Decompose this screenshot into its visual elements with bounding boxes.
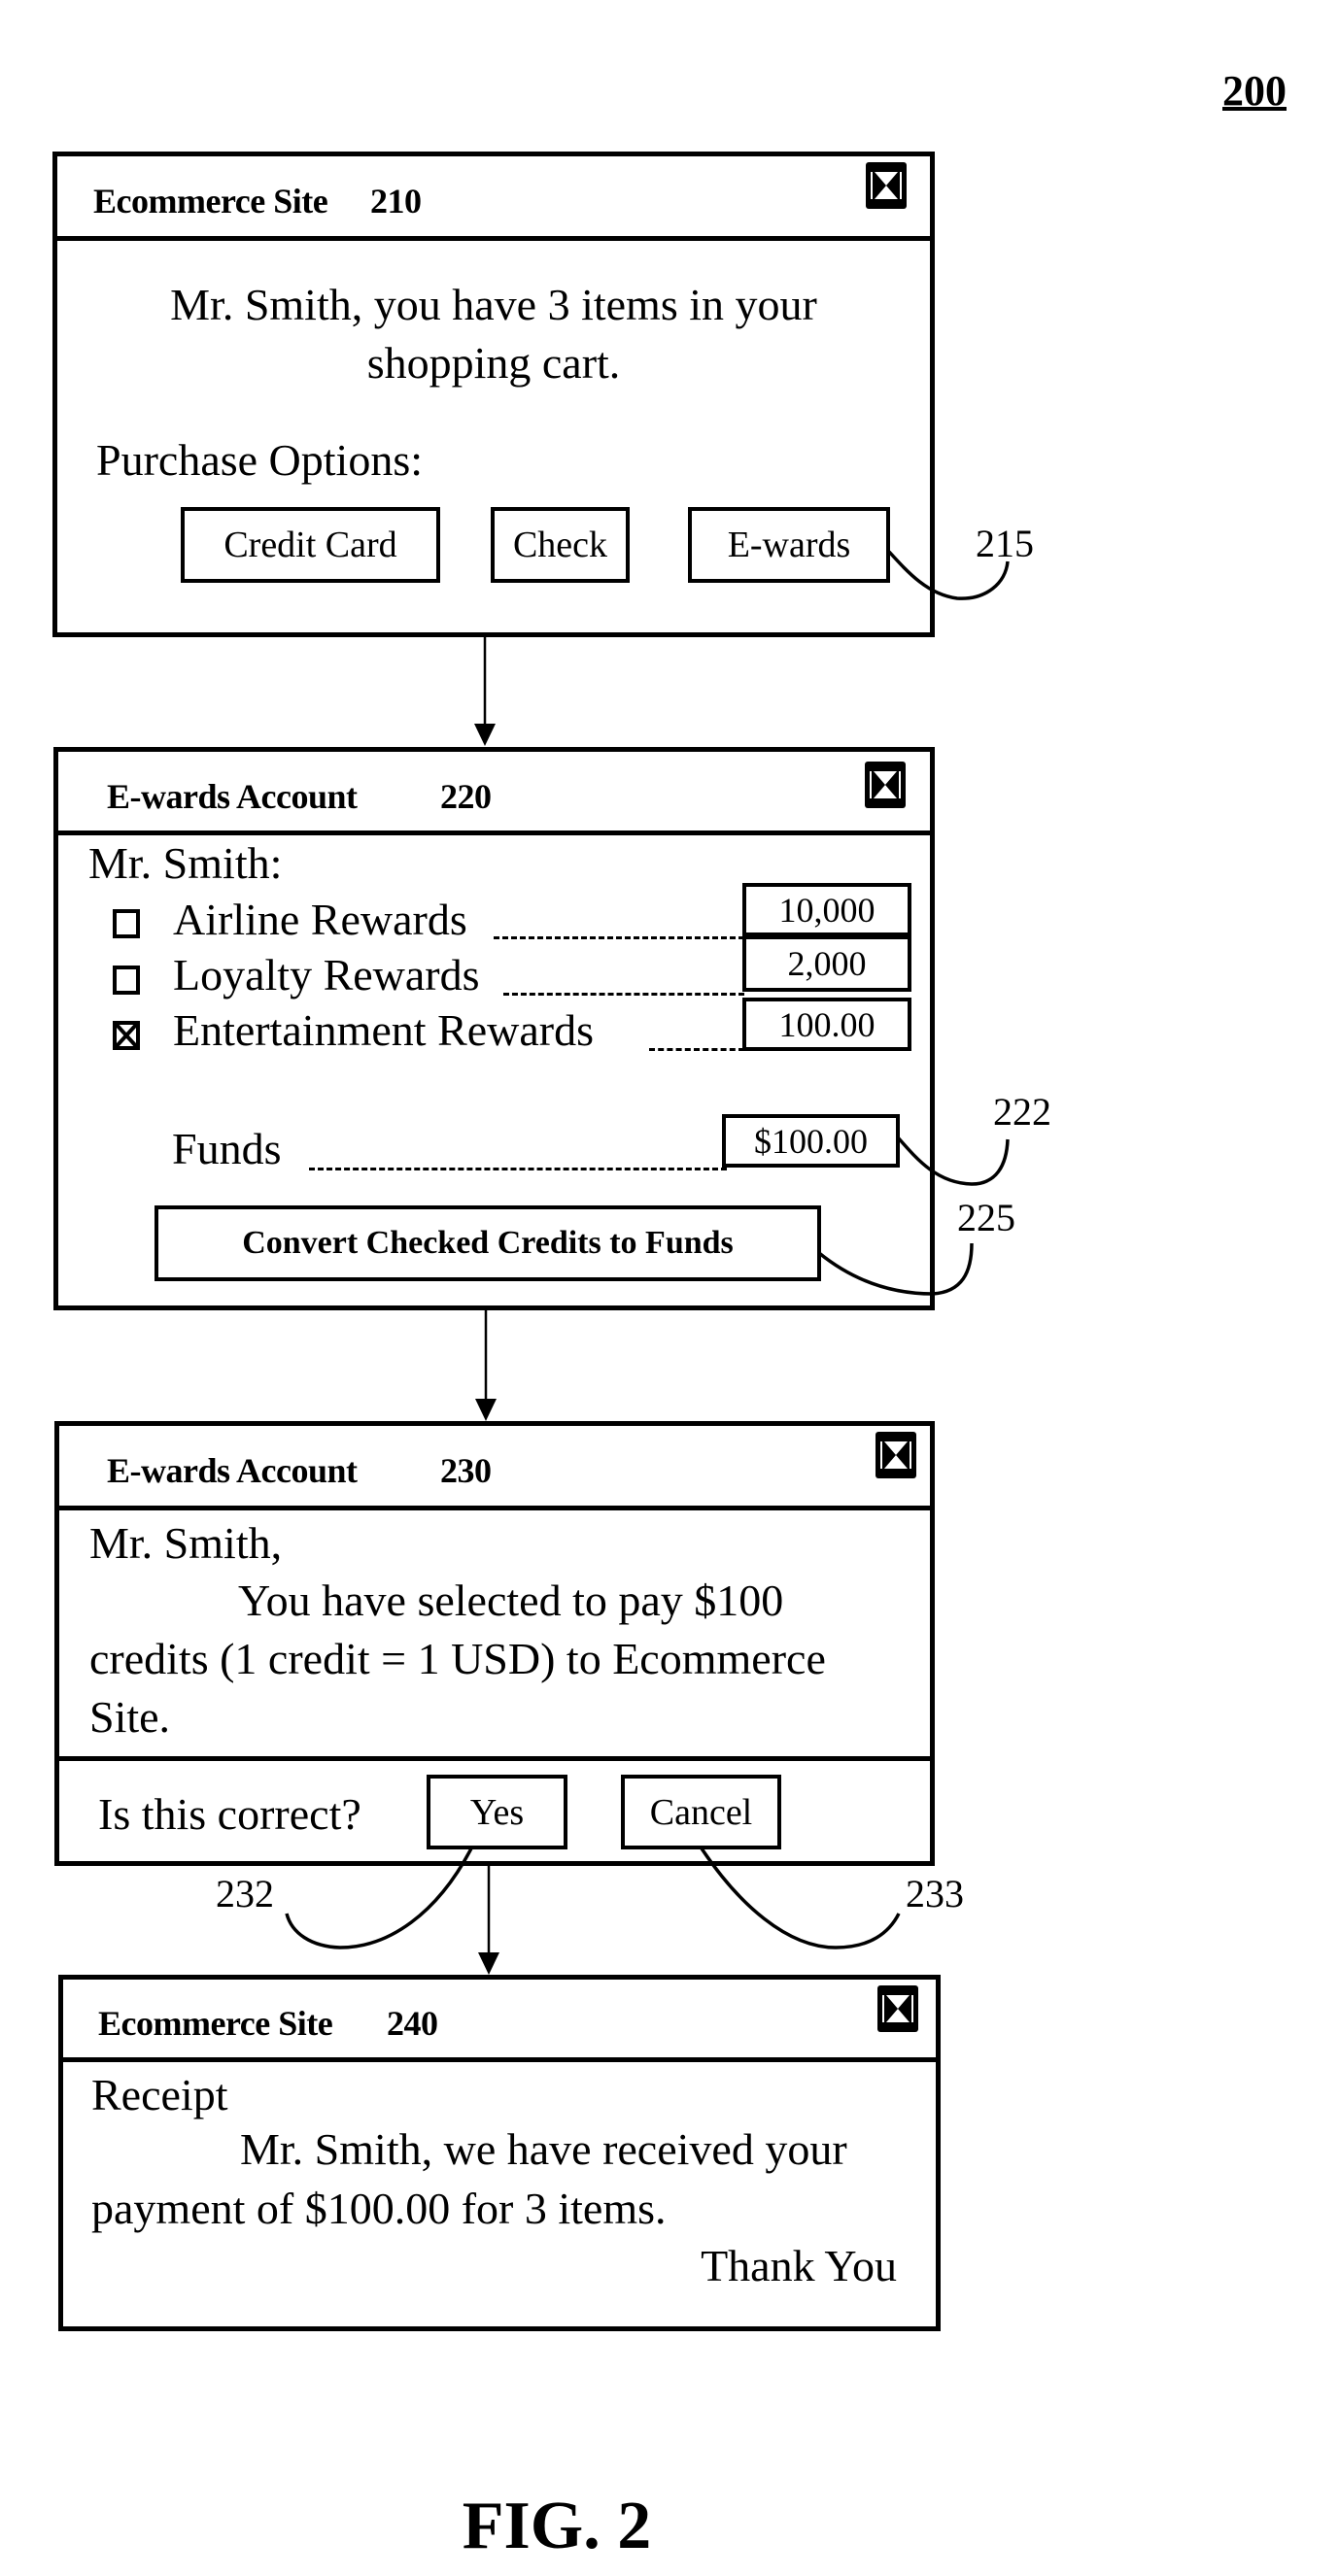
receipt-message-line2: payment of $100.00 for 3 items. xyxy=(91,2184,667,2233)
window-ref-number: 210 xyxy=(370,182,422,220)
window-ref-number: 240 xyxy=(387,2004,438,2043)
window-ref-number: 230 xyxy=(440,1451,492,1490)
window-title: Ecommerce Site xyxy=(93,182,328,220)
callout-label-233: 233 xyxy=(906,1872,964,1915)
check-button[interactable]: Check xyxy=(491,507,630,583)
flow-arrow-210-to-220 xyxy=(474,637,496,746)
figure-caption: FIG. 2 xyxy=(462,2489,652,2563)
leader-dots xyxy=(494,936,744,939)
ecommerce-site-window-240: Ecommerce Site 240 Receipt Mr. Smith, we… xyxy=(58,1975,941,2331)
entertainment-rewards-checkbox[interactable] xyxy=(113,1021,140,1050)
ewards-account-window-230: E-wards Account 230 Mr. Smith, You have … xyxy=(54,1421,935,1866)
yes-button[interactable]: Yes xyxy=(427,1775,567,1849)
leader-dots xyxy=(309,1168,727,1170)
entertainment-rewards-label: Entertainment Rewards xyxy=(173,1005,595,1055)
funds-label: Funds xyxy=(172,1124,282,1173)
close-icon[interactable] xyxy=(865,762,906,808)
account-greeting: Mr. Smith: xyxy=(88,838,283,888)
ecommerce-site-window-210: Ecommerce Site 210 Mr. Smith, you have 3… xyxy=(52,152,935,637)
receipt-heading: Receipt xyxy=(91,2070,228,2119)
window-title-bar: Ecommerce Site 210 xyxy=(57,156,930,241)
confirm-message-line3: Site. xyxy=(89,1692,171,1742)
loyalty-rewards-value: 2,000 xyxy=(742,935,911,992)
flow-arrow-230-to-240 xyxy=(478,1866,499,1975)
ewards-account-window-220: E-wards Account 220 Mr. Smith: Airline R… xyxy=(53,747,935,1310)
receipt-message-line1: Mr. Smith, we have received your xyxy=(240,2124,847,2174)
airline-rewards-checkbox[interactable] xyxy=(113,909,140,938)
loyalty-rewards-label: Loyalty Rewards xyxy=(173,950,480,1000)
close-icon[interactable] xyxy=(866,162,907,209)
receipt-closing: Thank You xyxy=(701,2241,897,2290)
window-title-bar: E-wards Account 230 xyxy=(59,1426,930,1510)
cancel-button[interactable]: Cancel xyxy=(621,1775,781,1849)
confirm-prompt: Is this correct? xyxy=(98,1789,361,1839)
close-icon[interactable] xyxy=(876,1432,916,1478)
window-title-bar: Ecommerce Site 240 xyxy=(63,1980,936,2062)
confirm-divider xyxy=(59,1756,930,1761)
leader-dots xyxy=(649,1048,744,1051)
confirm-message-line2: credits (1 credit = 1 USD) to Ecommerce xyxy=(89,1634,826,1683)
leader-dots xyxy=(503,993,744,996)
confirm-greeting: Mr. Smith, xyxy=(89,1518,283,1568)
airline-rewards-label: Airline Rewards xyxy=(173,895,467,944)
close-icon[interactable] xyxy=(877,1985,918,2032)
confirm-message-line1: You have selected to pay $100 xyxy=(238,1576,784,1625)
callout-label-222: 222 xyxy=(993,1090,1051,1134)
credit-card-button[interactable]: Credit Card xyxy=(181,507,440,583)
entertainment-rewards-value: 100.00 xyxy=(742,998,911,1051)
window-title: E-wards Account xyxy=(107,1451,358,1490)
window-ref-number: 220 xyxy=(440,777,492,816)
cart-message-line2: shopping cart. xyxy=(366,338,621,388)
window-title: E-wards Account xyxy=(107,777,358,816)
callout-label-215: 215 xyxy=(976,522,1034,565)
airline-rewards-value: 10,000 xyxy=(742,883,911,936)
window-title-bar: E-wards Account 220 xyxy=(58,752,930,835)
convert-credits-button[interactable]: Convert Checked Credits to Funds xyxy=(154,1205,821,1281)
window-title: Ecommerce Site xyxy=(98,2004,333,2043)
loyalty-rewards-checkbox[interactable] xyxy=(113,966,140,995)
cart-message-line1: Mr. Smith, you have 3 items in your xyxy=(170,280,817,329)
callout-label-225: 225 xyxy=(957,1196,1015,1239)
funds-value-field: $100.00 xyxy=(722,1114,900,1168)
ewards-button[interactable]: E-wards xyxy=(688,507,890,583)
purchase-options-label: Purchase Options: xyxy=(96,435,424,485)
flow-arrow-220-to-230 xyxy=(475,1310,497,1421)
figure-number: 200 xyxy=(1222,67,1287,115)
callout-label-232: 232 xyxy=(216,1872,274,1915)
